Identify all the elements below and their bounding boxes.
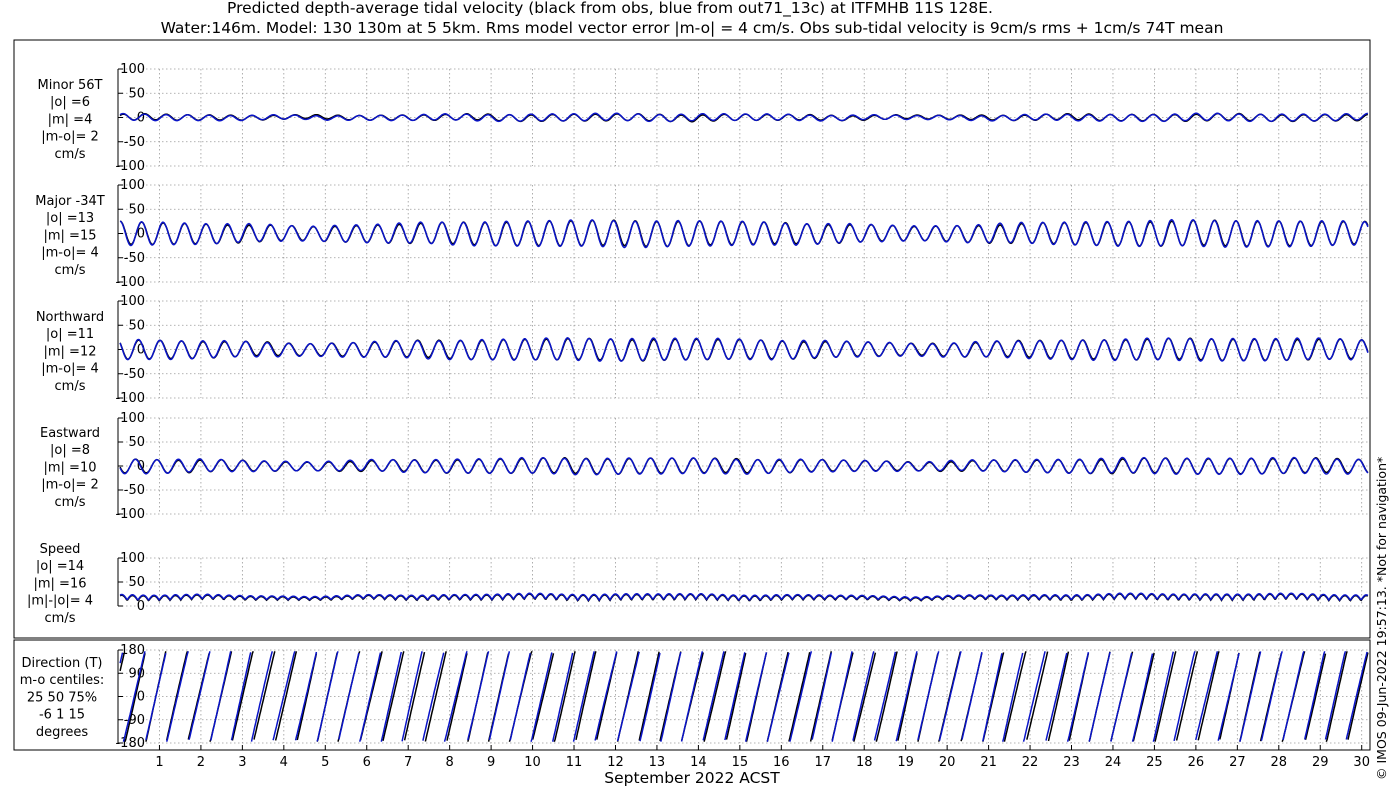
x-tick-label: 30	[1353, 755, 1370, 770]
y-tick-label: 0	[137, 599, 145, 614]
y-tick-label: 100	[120, 294, 145, 309]
panel-label-line: Minor 56T	[38, 78, 103, 93]
panel-label-line: Eastward	[40, 426, 100, 441]
y-tick-label: 100	[120, 62, 145, 77]
x-tick-label: 12	[607, 755, 624, 770]
x-axis-label: September 2022 ACST	[604, 769, 780, 787]
panel-label-line: |o| =13	[46, 211, 94, 226]
panel-label-line: |m| =15	[44, 228, 97, 243]
y-tick-label: 90	[128, 666, 145, 681]
x-tick-label: 15	[732, 755, 749, 770]
panel-label-line: |o| =6	[50, 95, 90, 110]
y-tick-label: -50	[124, 135, 145, 150]
panel-label-line: Direction (T)	[22, 656, 103, 671]
panel-label-line: |m-o|= 4	[41, 362, 99, 377]
panel-eastward: 100500-50-100Eastward|o| =8|m| =10|m-o|=…	[40, 411, 1370, 522]
x-axis: 1 2 3 4 5 6 7 8 9 10 11 12 13 14 15 16 17 18 19 20 21 22 23 24 2…	[118, 745, 1370, 770]
y-tick-label: -50	[124, 483, 145, 498]
model-series-major	[119, 218, 1369, 249]
x-tick-label: 7	[404, 755, 412, 770]
y-tick-label: 50	[128, 86, 145, 101]
y-tick-label: -180	[115, 736, 145, 751]
x-tick-label: 10	[524, 755, 541, 770]
x-tick-label: 29	[1312, 755, 1329, 770]
y-tick-label: 100	[120, 411, 145, 426]
panel-label-line: |m-o|= 2	[41, 130, 99, 145]
x-tick-label: 6	[363, 755, 371, 770]
panel-label-line: -6 1 15	[39, 708, 85, 723]
x-tick-label: 4	[280, 755, 288, 770]
panel-speed: 100 50 0 Speed |o| =14 |m| =16 |m|-|o|= 4 cm/s	[27, 542, 1370, 626]
panel-label-line: degrees	[36, 725, 89, 740]
x-tick-label: 8	[446, 755, 454, 770]
x-tick-label: 28	[1271, 755, 1288, 770]
x-tick-label: 25	[1146, 755, 1163, 770]
y-tick-label: -100	[115, 275, 145, 290]
panel-major: 100500-50-100Major -34T|o| =13|m| =15|m-…	[35, 178, 1370, 290]
y-tick-label: 0	[137, 690, 145, 705]
x-tick-label: 23	[1063, 755, 1080, 770]
x-tick-label: 27	[1229, 755, 1246, 770]
x-tick-label: 14	[690, 755, 707, 770]
y-tick-label: 100	[120, 178, 145, 193]
panel-label-line: |m| =10	[44, 460, 97, 475]
panel-minor: 100500-50-100Minor 56T|o| =6|m| =4|m-o|=…	[38, 62, 1370, 174]
y-tick-label: -50	[124, 367, 145, 382]
x-tick-label: 9	[487, 755, 495, 770]
panel-label-line: |o| =11	[46, 327, 94, 342]
x-tick-label: 17	[814, 755, 831, 770]
chart-title-line2: Water:146m. Model: 130 130m at 5 5km. Rm…	[161, 19, 1224, 37]
x-tick-label: 1	[155, 755, 163, 770]
chart-svg: Predicted depth-average tidal velocity (…	[13, 0, 1389, 787]
panel-label-line: |o| =14	[36, 559, 84, 574]
x-tick-label: 19	[897, 755, 914, 770]
panel-label-line: |m-o|= 4	[41, 246, 99, 261]
x-tick-label: 22	[1022, 755, 1039, 770]
x-tick-label: 11	[566, 755, 583, 770]
y-tick-label: 50	[128, 575, 145, 590]
y-tick-label: 50	[128, 435, 145, 450]
panel-label-line: 25 50 75%	[27, 690, 97, 705]
panel-label-line: cm/s	[45, 611, 76, 626]
y-tick-label: 100	[120, 551, 145, 566]
panel-label-line: |m-o|= 2	[41, 478, 99, 493]
panel-direction: 180900-90-180Direction (T)m-o centiles:2…	[20, 643, 1370, 751]
y-tick-label: -100	[115, 507, 145, 522]
credit-text: © IMOS 09-Jun-2022 19:57:13. *Not for na…	[1374, 457, 1389, 780]
panel-label-line: |m| =4	[48, 112, 93, 127]
y-tick-label: -100	[115, 159, 145, 174]
panel-label-line: Northward	[36, 310, 104, 325]
panels-group: 100 50 0 -50 -100 Minor 56T |o| =6 |m| =4 |m-o|=…	[20, 62, 1370, 751]
tidal-velocity-figure: Predicted depth-average tidal velocity (…	[0, 0, 1400, 800]
x-tick-label: 2	[197, 755, 205, 770]
x-tick-label: 21	[980, 755, 997, 770]
panel-label-line: cm/s	[55, 495, 86, 510]
panel-label-line: m-o centiles:	[20, 673, 105, 688]
panel-label-line: Major -34T	[35, 194, 104, 209]
panel-label-line: cm/s	[55, 263, 86, 278]
panel-label-line: cm/s	[55, 147, 86, 162]
y-tick-label: 50	[128, 318, 145, 333]
obs-series-direction	[119, 651, 1369, 742]
x-tick-label: 18	[856, 755, 873, 770]
x-tick-label: 20	[939, 755, 956, 770]
x-tick-label: 3	[238, 755, 246, 770]
y-tick-label: 50	[128, 202, 145, 217]
panel-label-line: Speed	[40, 542, 81, 557]
y-tick-label: -100	[115, 391, 145, 406]
panel-northward: 100500-50-100Northward|o| =11|m| =12|m-o…	[36, 294, 1370, 406]
panel-label-line: |m| =12	[44, 344, 97, 359]
y-tick-label: -50	[124, 251, 145, 266]
panel-label-line: |m|-|o|= 4	[27, 594, 93, 609]
panel-label-line: cm/s	[55, 379, 86, 394]
panel-label-line: |o| =8	[50, 443, 90, 458]
x-tick-label: 16	[773, 755, 790, 770]
panel-label-line: |m| =16	[34, 576, 87, 591]
x-tick-label: 5	[321, 755, 329, 770]
x-tick-label: 13	[649, 755, 666, 770]
x-tick-label: 24	[1105, 755, 1122, 770]
chart-title-line1: Predicted depth-average tidal velocity (…	[227, 0, 993, 18]
x-tick-label: 26	[1188, 755, 1205, 770]
